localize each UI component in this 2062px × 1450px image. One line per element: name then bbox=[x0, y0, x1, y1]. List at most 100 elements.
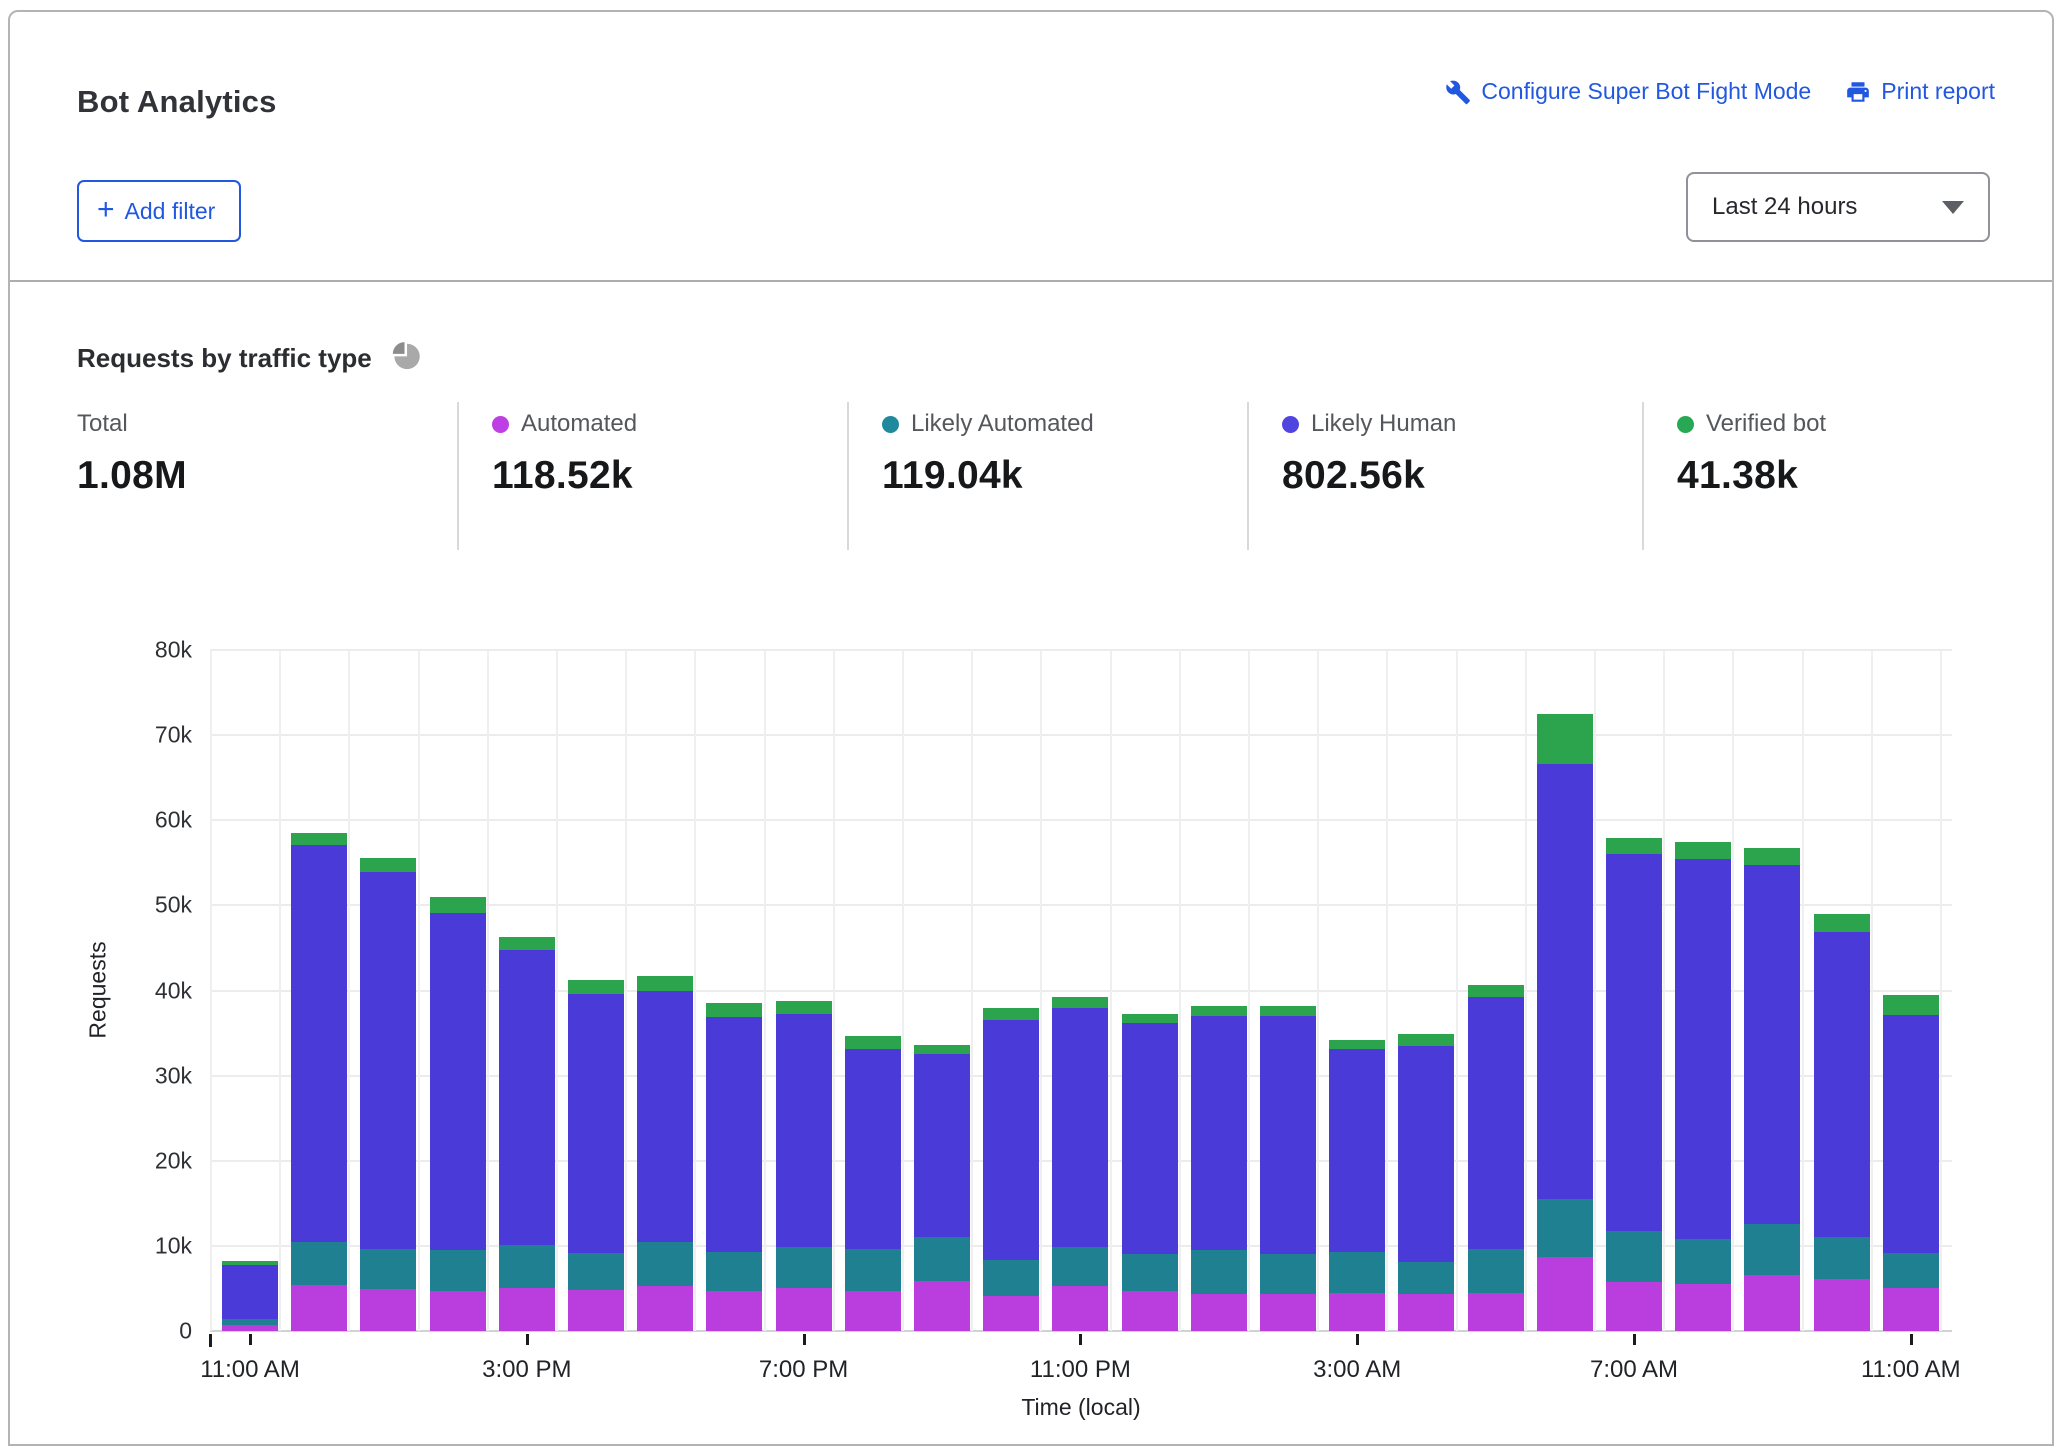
bar-segment-likely-human[interactable] bbox=[1883, 1015, 1939, 1252]
bar-segment-verified-bot[interactable] bbox=[1468, 985, 1524, 997]
bar-segment-likely-automated[interactable] bbox=[1744, 1224, 1800, 1275]
bar-segment-likely-automated[interactable] bbox=[430, 1250, 486, 1291]
bar-segment-automated[interactable] bbox=[291, 1285, 347, 1331]
bar-segment-likely-automated[interactable] bbox=[1883, 1253, 1939, 1288]
bar-segment-verified-bot[interactable] bbox=[291, 833, 347, 845]
bar-segment-likely-automated[interactable] bbox=[637, 1242, 693, 1285]
bar-segment-likely-automated[interactable] bbox=[914, 1237, 970, 1280]
bar-segment-likely-automated[interactable] bbox=[706, 1252, 762, 1291]
bar-segment-likely-human[interactable] bbox=[1191, 1016, 1247, 1251]
bar-segment-automated[interactable] bbox=[1260, 1294, 1316, 1331]
bar-segment-likely-human[interactable] bbox=[1398, 1046, 1454, 1263]
bar-segment-likely-human[interactable] bbox=[1675, 859, 1731, 1240]
bar-segment-verified-bot[interactable] bbox=[1883, 995, 1939, 1015]
bar-segment-verified-bot[interactable] bbox=[983, 1008, 1039, 1019]
bar-segment-automated[interactable] bbox=[360, 1289, 416, 1331]
bar-segment-verified-bot[interactable] bbox=[1675, 842, 1731, 859]
bar-segment-likely-automated[interactable] bbox=[1260, 1254, 1316, 1293]
bar-segment-automated[interactable] bbox=[568, 1290, 624, 1331]
bar-segment-likely-human[interactable] bbox=[291, 845, 347, 1242]
bar-segment-verified-bot[interactable] bbox=[914, 1045, 970, 1054]
bar-segment-likely-automated[interactable] bbox=[1606, 1231, 1662, 1282]
bar-segment-automated[interactable] bbox=[1814, 1279, 1870, 1331]
bar-segment-verified-bot[interactable] bbox=[706, 1003, 762, 1017]
bar-segment-verified-bot[interactable] bbox=[1537, 714, 1593, 764]
bar-segment-verified-bot[interactable] bbox=[637, 976, 693, 990]
bar-segment-likely-human[interactable] bbox=[983, 1020, 1039, 1260]
bar-segment-automated[interactable] bbox=[1537, 1257, 1593, 1331]
bar-segment-likely-human[interactable] bbox=[360, 872, 416, 1249]
bar-segment-verified-bot[interactable] bbox=[360, 858, 416, 872]
bar-segment-likely-automated[interactable] bbox=[845, 1249, 901, 1291]
bar-segment-likely-automated[interactable] bbox=[1675, 1239, 1731, 1284]
bar-segment-likely-human[interactable] bbox=[222, 1265, 278, 1319]
bar-segment-likely-automated[interactable] bbox=[983, 1260, 1039, 1296]
chart-plot[interactable]: 010k20k30k40k50k60k70k80k11:00 AM3:00 PM… bbox=[210, 650, 1952, 1331]
bar-segment-likely-automated[interactable] bbox=[1052, 1247, 1108, 1286]
bar-segment-likely-automated[interactable] bbox=[291, 1242, 347, 1285]
bar-segment-automated[interactable] bbox=[1606, 1282, 1662, 1331]
bar-segment-likely-human[interactable] bbox=[1606, 854, 1662, 1230]
bar-segment-automated[interactable] bbox=[1398, 1294, 1454, 1331]
bar-segment-likely-human[interactable] bbox=[1052, 1008, 1108, 1247]
bar-segment-automated[interactable] bbox=[776, 1288, 832, 1331]
print-report-link[interactable]: Print report bbox=[1845, 78, 1995, 105]
bar-segment-likely-automated[interactable] bbox=[1122, 1254, 1178, 1291]
bar-segment-verified-bot[interactable] bbox=[222, 1261, 278, 1264]
configure-super-bot-fight-mode-link[interactable]: Configure Super Bot Fight Mode bbox=[1445, 78, 1811, 105]
bar-segment-verified-bot[interactable] bbox=[1606, 838, 1662, 854]
bar-segment-likely-automated[interactable] bbox=[1537, 1199, 1593, 1256]
bar-segment-likely-automated[interactable] bbox=[1814, 1237, 1870, 1280]
bar-segment-automated[interactable] bbox=[706, 1291, 762, 1331]
bar-segment-likely-human[interactable] bbox=[637, 991, 693, 1243]
add-filter-button[interactable]: + Add filter bbox=[77, 180, 241, 242]
bar-segment-likely-automated[interactable] bbox=[568, 1253, 624, 1290]
bar-segment-likely-human[interactable] bbox=[776, 1014, 832, 1247]
bar-segment-automated[interactable] bbox=[1883, 1288, 1939, 1331]
bar-segment-automated[interactable] bbox=[1329, 1293, 1385, 1331]
bar-segment-verified-bot[interactable] bbox=[1744, 848, 1800, 865]
bar-segment-verified-bot[interactable] bbox=[1814, 914, 1870, 932]
bar-segment-verified-bot[interactable] bbox=[499, 937, 555, 950]
bar-segment-automated[interactable] bbox=[430, 1291, 486, 1331]
bar-segment-likely-human[interactable] bbox=[1744, 865, 1800, 1223]
bar-segment-verified-bot[interactable] bbox=[568, 980, 624, 994]
bar-segment-automated[interactable] bbox=[983, 1296, 1039, 1331]
bar-segment-automated[interactable] bbox=[845, 1291, 901, 1331]
bar-segment-likely-automated[interactable] bbox=[1191, 1250, 1247, 1294]
bar-segment-verified-bot[interactable] bbox=[1260, 1006, 1316, 1015]
bar-segment-likely-automated[interactable] bbox=[776, 1247, 832, 1288]
time-range-dropdown[interactable]: Last 24 hours bbox=[1686, 172, 1990, 242]
bar-segment-likely-automated[interactable] bbox=[1329, 1252, 1385, 1293]
bar-segment-likely-human[interactable] bbox=[430, 913, 486, 1250]
bar-segment-automated[interactable] bbox=[914, 1281, 970, 1331]
bar-segment-verified-bot[interactable] bbox=[1122, 1014, 1178, 1023]
bar-segment-likely-human[interactable] bbox=[1537, 764, 1593, 1199]
bar-segment-verified-bot[interactable] bbox=[430, 897, 486, 913]
bar-segment-likely-human[interactable] bbox=[914, 1054, 970, 1238]
bar-segment-likely-human[interactable] bbox=[706, 1017, 762, 1252]
bar-segment-likely-human[interactable] bbox=[1814, 932, 1870, 1237]
bar-segment-automated[interactable] bbox=[499, 1288, 555, 1331]
bar-segment-automated[interactable] bbox=[1052, 1286, 1108, 1331]
bar-segment-verified-bot[interactable] bbox=[845, 1036, 901, 1049]
bar-segment-likely-automated[interactable] bbox=[360, 1249, 416, 1289]
bar-segment-verified-bot[interactable] bbox=[776, 1001, 832, 1014]
bar-segment-likely-human[interactable] bbox=[845, 1049, 901, 1249]
bar-segment-automated[interactable] bbox=[222, 1325, 278, 1331]
bar-segment-automated[interactable] bbox=[637, 1286, 693, 1331]
bar-segment-automated[interactable] bbox=[1744, 1275, 1800, 1331]
bar-segment-likely-automated[interactable] bbox=[499, 1245, 555, 1288]
bar-segment-likely-automated[interactable] bbox=[1468, 1249, 1524, 1292]
bar-segment-automated[interactable] bbox=[1468, 1293, 1524, 1331]
bar-segment-likely-human[interactable] bbox=[1260, 1016, 1316, 1255]
bar-segment-automated[interactable] bbox=[1122, 1291, 1178, 1331]
bar-segment-likely-automated[interactable] bbox=[222, 1319, 278, 1325]
bar-segment-likely-human[interactable] bbox=[499, 950, 555, 1245]
bar-segment-likely-human[interactable] bbox=[1329, 1049, 1385, 1252]
bar-segment-automated[interactable] bbox=[1675, 1284, 1731, 1331]
bar-segment-verified-bot[interactable] bbox=[1398, 1034, 1454, 1046]
bar-segment-likely-human[interactable] bbox=[568, 994, 624, 1253]
bar-segment-verified-bot[interactable] bbox=[1329, 1040, 1385, 1049]
bar-segment-likely-human[interactable] bbox=[1468, 997, 1524, 1249]
